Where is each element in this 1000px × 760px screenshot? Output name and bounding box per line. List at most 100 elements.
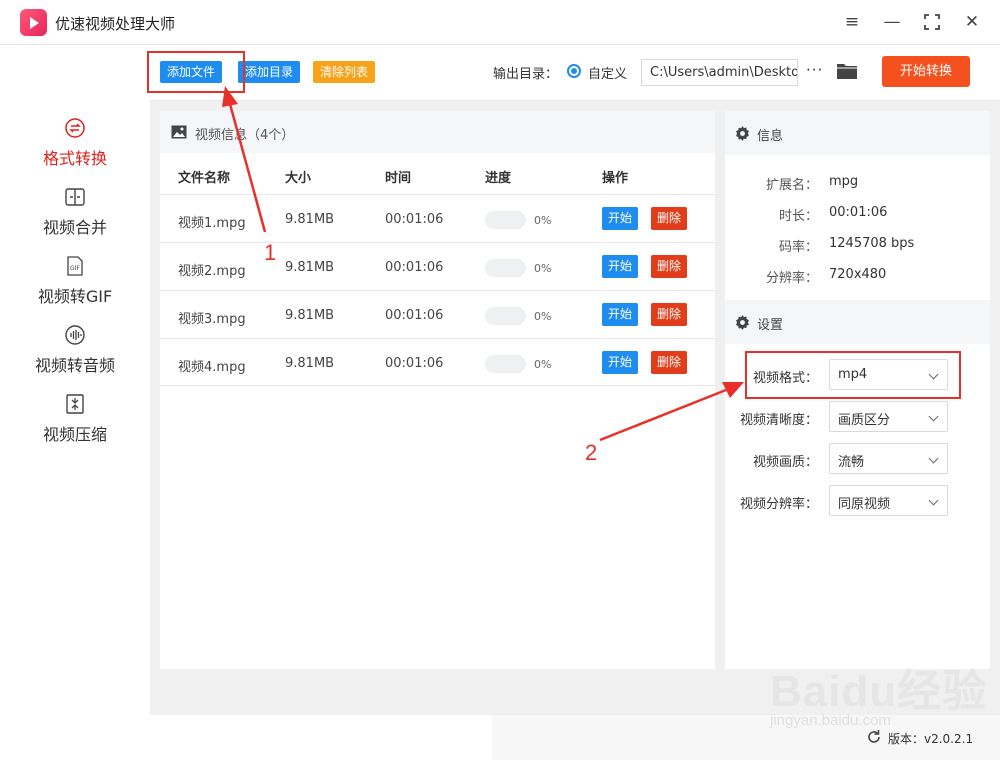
menu-icon[interactable]: ≡ [837,8,867,36]
start-button[interactable]: 开始 [602,351,639,374]
delete-button[interactable]: 删除 [651,207,688,230]
app-logo-icon [20,9,47,36]
info-key-resolution: 分辨率： [765,271,818,286]
settings-title: 设置 [757,318,784,333]
custom-output-label: 自定义 [588,67,628,82]
compress-icon [66,394,84,414]
more-options-button[interactable]: ··· [806,61,823,79]
video-quality-select[interactable]: 流畅 [829,443,948,474]
minimize-icon[interactable]: — [877,8,907,36]
progress-bar [485,355,526,373]
toolbar: 添加文件 添加目录 清除列表 输出目录： 自定义 C:\Users\admin\… [150,45,1000,101]
progress-percent: 0% [534,358,552,371]
merge-icon [65,188,85,206]
audio-icon [65,325,85,345]
start-button[interactable]: 开始 [602,255,639,278]
info-value-resolution: 720x480 [829,267,887,282]
sidebar-item-video-compress[interactable]: 视频压缩 [0,393,150,455]
highlight-video-format [745,351,961,399]
progress-bar [485,211,526,229]
version-label: 版本：v2.0.2.1 [888,732,974,746]
file-duration: 00:01:06 [385,356,444,371]
svg-text:GIF: GIF [70,265,80,272]
column-header-size: 大小 [285,171,312,186]
progress-percent: 0% [534,262,552,275]
sidebar-item-video-to-gif[interactable]: GIF 视频转GIF [0,255,150,317]
sidebar-item-label: 视频合并 [42,218,107,237]
video-resolution-select[interactable]: 同原视频 [829,485,948,516]
delete-button[interactable]: 删除 [651,303,688,326]
gif-icon: GIF [67,256,83,276]
file-size: 9.81MB [285,308,335,323]
video-resolution-label: 视频分辨率： [739,497,818,512]
clear-list-button[interactable]: 清除列表 [313,61,376,83]
select-value: 画质区分 [838,413,891,428]
video-quality-label: 视频画质： [752,455,818,470]
video-clarity-label: 视频清晰度： [739,413,818,428]
custom-output-radio[interactable] [567,64,581,78]
image-icon [171,125,187,139]
column-header-progress: 进度 [485,171,512,186]
title-bar: 优速视频处理大师 ≡ — ✕ [0,0,1000,45]
video-clarity-select[interactable]: 画质区分 [829,401,948,432]
sidebar-item-label: 视频转GIF [37,287,113,306]
file-list-header: 视频信息（4个） [160,111,715,153]
info-panel: 信息 扩展名： mpg 时长： 00:01:06 码率： 1245708 bps… [725,111,990,300]
column-header-actions: 操作 [602,171,629,186]
add-directory-button[interactable]: 添加目录 [238,61,301,83]
info-key-extension: 扩展名： [765,178,818,193]
sidebar-item-video-to-audio[interactable]: 视频转音频 [0,324,150,386]
gear-icon [736,126,749,141]
progress-bar [485,307,526,325]
sidebar-item-label: 视频压缩 [42,425,107,444]
info-key-duration: 时长： [778,209,818,224]
table-row: 视频1.mpg 9.81MB 00:01:06 0% 开始 删除 [160,194,715,242]
file-duration: 00:01:06 [385,260,444,275]
gear-icon [736,315,749,330]
column-header-time: 时间 [385,171,412,186]
file-duration: 00:01:06 [385,308,444,323]
delete-button[interactable]: 删除 [651,351,688,374]
output-dir-label: 输出目录： [493,67,559,82]
file-size: 9.81MB [285,356,335,371]
close-icon[interactable]: ✕ [957,8,987,36]
table-row: 视频3.mpg 9.81MB 00:01:06 0% 开始 删除 [160,290,715,338]
progress-percent: 0% [534,310,552,323]
annotation-number-1: 1 [264,240,277,265]
sidebar-item-format-convert[interactable]: 格式转换 [0,117,150,179]
sidebar-item-label: 视频转音频 [34,356,115,375]
start-convert-button[interactable]: 开始转换 [882,56,970,87]
start-button[interactable]: 开始 [602,303,639,326]
progress-bar [485,259,526,277]
settings-header: 设置 [725,300,990,344]
delete-button[interactable]: 删除 [651,255,688,278]
file-duration: 00:01:06 [385,212,444,227]
select-value: 流畅 [838,455,865,470]
progress-percent: 0% [534,214,552,227]
annotation-number-2: 2 [585,440,598,465]
refresh-icon[interactable] [866,729,882,745]
info-value-extension: mpg [829,174,859,189]
file-name: 视频4.mpg [178,360,246,375]
status-bar-left [0,715,492,760]
file-list-title: 视频信息（4个） [195,128,295,143]
folder-icon[interactable] [836,61,858,81]
info-key-bitrate: 码率： [778,240,818,255]
convert-icon [65,118,85,138]
info-value-bitrate: 1245708 bps [829,236,915,251]
info-header: 信息 [725,111,990,155]
chevron-down-icon [928,495,939,506]
app-title: 优速视频处理大师 [55,15,176,33]
file-name: 视频2.mpg [178,264,246,279]
output-path-field[interactable]: C:\Users\admin\Desktop [641,59,798,86]
select-value: 同原视频 [838,497,891,512]
info-value-duration: 00:01:06 [829,205,888,220]
chevron-down-icon [928,453,939,464]
start-button[interactable]: 开始 [602,207,639,230]
file-size: 9.81MB [285,260,335,275]
file-name: 视频3.mpg [178,312,246,327]
file-name: 视频1.mpg [178,216,246,231]
maximize-icon[interactable] [917,8,947,36]
sidebar-item-video-merge[interactable]: 视频合并 [0,186,150,248]
watermark-logo: Baidu经验 [770,667,988,716]
